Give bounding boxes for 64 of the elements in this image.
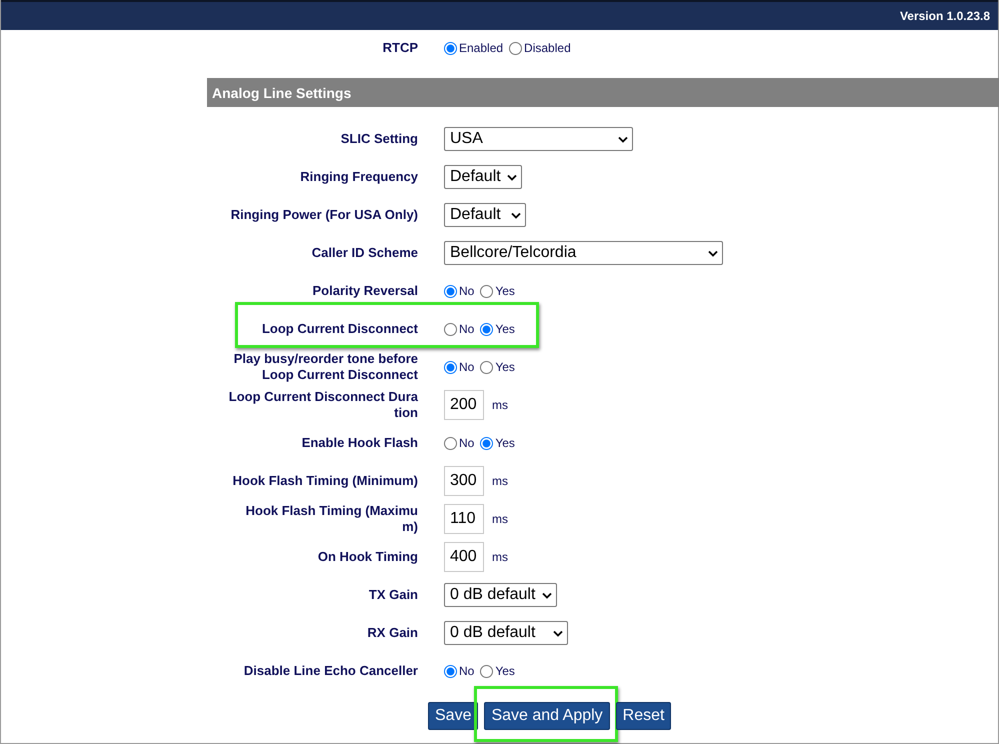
radio-button[interactable] bbox=[444, 360, 457, 374]
unit-label: ms bbox=[492, 550, 508, 564]
radio-option[interactable]: Yes bbox=[480, 284, 515, 298]
caret-icon bbox=[511, 212, 521, 218]
field-label: Ringing Frequency bbox=[299, 169, 418, 185]
caret-icon bbox=[553, 630, 563, 636]
radio-option[interactable]: Yes bbox=[480, 436, 515, 450]
dropdown[interactable]: Bellcore/Telcordia bbox=[444, 241, 723, 265]
radio-option[interactable]: No bbox=[444, 360, 474, 374]
radio-button[interactable] bbox=[444, 436, 457, 450]
field-label: Caller ID Scheme bbox=[310, 245, 418, 261]
field-label: On Hook Timing bbox=[316, 549, 418, 565]
action-button[interactable]: Save and Apply bbox=[484, 702, 610, 730]
radio-option[interactable]: Enabled bbox=[444, 41, 504, 55]
unit-label: ms bbox=[492, 474, 508, 488]
field-label: Play busy/reorder tone before Loop Current Disconnect bbox=[232, 351, 418, 383]
field-label: Enable Hook Flash bbox=[300, 435, 418, 451]
radio-button[interactable] bbox=[480, 664, 494, 678]
caret-icon bbox=[507, 174, 517, 180]
dropdown[interactable]: 0 dB default bbox=[444, 621, 568, 645]
input-field[interactable]: 300 bbox=[444, 466, 484, 496]
field-label: RX Gain bbox=[366, 625, 418, 641]
field-label: Hook Flash Timing (Minimum) bbox=[232, 473, 418, 489]
radio-button[interactable] bbox=[444, 322, 457, 336]
field-label: Ringing Power (For USA Only) bbox=[230, 207, 418, 223]
field-label: RTCP bbox=[382, 40, 418, 56]
field-label: TX Gain bbox=[368, 587, 418, 603]
radio-button[interactable] bbox=[509, 42, 522, 54]
field-label: Loop Current Disconnect bbox=[260, 321, 418, 337]
radio-button[interactable] bbox=[480, 360, 494, 374]
radio-option[interactable]: No bbox=[444, 436, 474, 450]
radio-option[interactable]: Yes bbox=[480, 664, 515, 678]
radio-option[interactable]: No bbox=[444, 322, 474, 336]
radio-option[interactable]: Disabled bbox=[509, 41, 571, 55]
radio-button[interactable] bbox=[480, 322, 494, 336]
dropdown[interactable]: Default bbox=[444, 203, 526, 227]
version-label: Version 1.0.23.8 bbox=[900, 9, 990, 23]
radio-option[interactable]: No bbox=[444, 664, 474, 678]
radio-button[interactable] bbox=[480, 284, 494, 298]
radio-button[interactable] bbox=[444, 284, 457, 298]
caret-icon bbox=[618, 136, 628, 142]
field-label: Disable Line Echo Canceller bbox=[242, 663, 418, 679]
section-title: Analog Line Settings bbox=[212, 84, 352, 100]
radio-button[interactable] bbox=[444, 42, 457, 54]
action-button[interactable]: Reset bbox=[616, 702, 672, 730]
field-label: SLIC Setting bbox=[340, 131, 418, 147]
field-label: Polarity Reversal bbox=[311, 283, 418, 299]
radio-button[interactable] bbox=[480, 436, 494, 450]
input-field[interactable]: 200 bbox=[444, 390, 484, 420]
dropdown[interactable]: USA bbox=[444, 127, 633, 151]
caret-icon bbox=[708, 250, 718, 256]
caret-icon bbox=[542, 592, 552, 598]
field-label: Loop Current Disconnect Dura tion bbox=[228, 389, 418, 421]
input-field[interactable]: 400 bbox=[444, 542, 484, 572]
unit-label: ms bbox=[492, 398, 508, 412]
radio-option[interactable]: Yes bbox=[480, 360, 515, 374]
dropdown[interactable]: Default bbox=[444, 165, 522, 189]
field-label: Hook Flash Timing (Maximu m) bbox=[244, 503, 418, 535]
input-field[interactable]: 110 bbox=[444, 504, 484, 534]
radio-option[interactable]: Yes bbox=[480, 322, 515, 336]
radio-option[interactable]: No bbox=[444, 284, 474, 298]
dropdown[interactable]: 0 dB default bbox=[444, 583, 557, 607]
unit-label: ms bbox=[492, 512, 508, 526]
radio-button[interactable] bbox=[444, 664, 457, 678]
